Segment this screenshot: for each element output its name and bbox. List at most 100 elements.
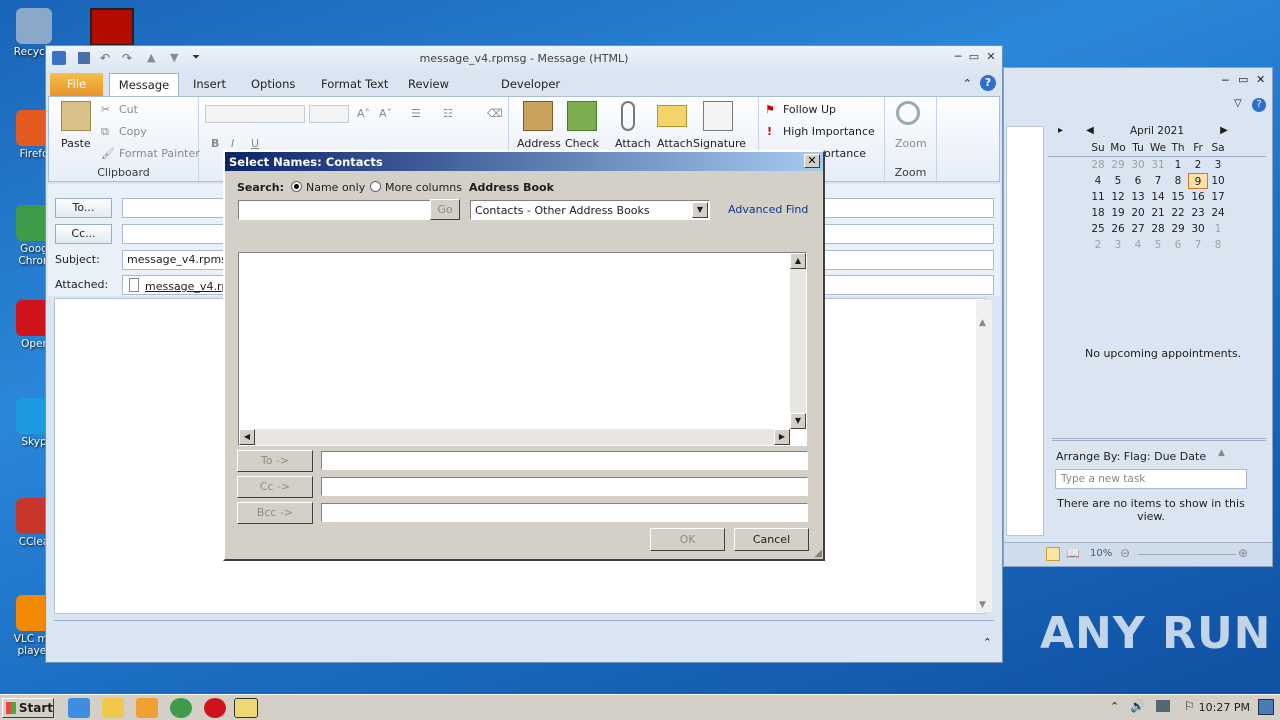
calendar-day[interactable]: 7 xyxy=(1148,173,1168,189)
cc-recipient-field[interactable] xyxy=(321,477,808,496)
calendar-day[interactable]: 6 xyxy=(1168,237,1188,253)
search-input[interactable] xyxy=(238,200,431,220)
body-scrollbar[interactable]: ▲ ▼ xyxy=(976,300,992,612)
attach-item-icon[interactable] xyxy=(657,105,687,127)
contacts-list[interactable]: ▲ ▼ ◀ ▶ xyxy=(238,252,807,446)
help-icon[interactable]: ? xyxy=(980,75,996,91)
calendar-day[interactable]: 30 xyxy=(1128,157,1148,173)
check-names-icon[interactable] xyxy=(567,101,597,131)
signature-icon[interactable] xyxy=(703,101,733,131)
scroll-down-icon[interactable]: ▼ xyxy=(979,600,986,610)
tab-review[interactable]: Review xyxy=(402,73,455,96)
list-scroll-left-icon[interactable]: ◀ xyxy=(239,429,255,445)
to-recipient-button[interactable]: To -> xyxy=(237,450,313,472)
media-player-taskbar-icon[interactable] xyxy=(136,698,158,718)
calendar-day[interactable]: 10 xyxy=(1208,173,1228,189)
more-columns-radio[interactable]: More columns xyxy=(370,181,462,194)
tab-insert[interactable]: Insert xyxy=(187,73,232,96)
address-book-button[interactable]: Address xyxy=(517,137,561,150)
prev-month-icon[interactable]: ◀ xyxy=(1080,122,1100,140)
close-button[interactable]: ✕ xyxy=(985,51,997,63)
zoom-icon[interactable] xyxy=(896,101,920,125)
copy-button[interactable]: Copy xyxy=(119,125,147,138)
calendar-day[interactable]: 8 xyxy=(1208,237,1228,253)
font-size-select[interactable] xyxy=(309,105,349,123)
right-close-button[interactable]: ✕ xyxy=(1256,73,1265,86)
calendar-day[interactable]: 3 xyxy=(1208,157,1228,173)
next-month-icon[interactable]: ▶ xyxy=(1214,122,1234,140)
cc-recipient-button[interactable]: Cc -> xyxy=(237,476,313,498)
calendar-day[interactable]: 2 xyxy=(1188,157,1208,173)
calendar-day[interactable]: 27 xyxy=(1128,221,1148,237)
show-hidden-icons[interactable]: ⌃ xyxy=(1110,700,1119,713)
tab-file[interactable]: File xyxy=(50,73,103,96)
resize-grip-icon[interactable]: ◢ xyxy=(814,548,822,559)
calendar-day[interactable]: 17 xyxy=(1208,189,1228,205)
list-vscroll[interactable]: ▲ ▼ xyxy=(790,253,806,429)
calendar-day[interactable]: 24 xyxy=(1208,205,1228,221)
calendar-day[interactable]: 2 xyxy=(1088,237,1108,253)
tab-developer[interactable]: Developer xyxy=(495,73,566,96)
tab-message[interactable]: Message xyxy=(109,73,179,96)
cut-button[interactable]: Cut xyxy=(119,103,138,116)
calendar-day[interactable]: 5 xyxy=(1108,173,1128,189)
list-hscroll[interactable]: ◀ ▶ xyxy=(239,429,790,445)
numbering-icon[interactable]: ☷ xyxy=(443,107,453,120)
calendar-day[interactable]: 5 xyxy=(1148,237,1168,253)
underline-icon[interactable]: U xyxy=(251,137,259,150)
list-scroll-down-icon[interactable]: ▼ xyxy=(790,413,806,429)
calendar-day[interactable]: 7 xyxy=(1188,237,1208,253)
acrobat-icon[interactable] xyxy=(90,8,134,46)
right-minimize-button[interactable]: ─ xyxy=(1222,74,1229,87)
calendar-day[interactable]: 29 xyxy=(1168,221,1188,237)
calendar-day[interactable]: 23 xyxy=(1188,205,1208,221)
list-scroll-right-icon[interactable]: ▶ xyxy=(774,429,790,445)
calendar-day[interactable]: 8 xyxy=(1168,173,1188,189)
expand-people-pane-icon[interactable]: ⌃ xyxy=(983,636,992,649)
grow-font-icon[interactable]: A˄ xyxy=(357,107,370,120)
calendar-day[interactable]: 21 xyxy=(1148,205,1168,221)
to-recipient-field[interactable] xyxy=(321,451,808,470)
calendar-day[interactable]: 28 xyxy=(1148,221,1168,237)
to-button[interactable]: To... xyxy=(55,198,112,218)
attach-item-button[interactable]: Attach xyxy=(657,137,693,150)
calendar-day[interactable]: 29 xyxy=(1108,157,1128,173)
sort-icon[interactable]: ▲ xyxy=(1218,448,1225,458)
chrome-taskbar-icon[interactable] xyxy=(170,698,192,718)
minimize-button[interactable]: ─ xyxy=(952,51,964,63)
calendar-day[interactable]: 18 xyxy=(1088,205,1108,221)
address-book-icon[interactable] xyxy=(523,101,553,131)
zoom-slider[interactable] xyxy=(1138,554,1236,555)
dropdown-arrow-icon[interactable]: ▼ xyxy=(692,202,708,218)
calendar-day[interactable]: 1 xyxy=(1168,157,1188,173)
bcc-recipient-button[interactable]: Bcc -> xyxy=(237,502,313,524)
collapse-ribbon-icon[interactable]: ⌃ xyxy=(963,77,972,90)
calendar-day[interactable]: 31 xyxy=(1148,157,1168,173)
reading-view-icon[interactable]: 📖 xyxy=(1066,547,1080,560)
high-importance-button[interactable]: High Importance xyxy=(783,125,875,138)
shrink-font-icon[interactable]: A˅ xyxy=(379,107,392,120)
go-button[interactable]: Go xyxy=(430,199,460,220)
normal-view-icon[interactable] xyxy=(1046,547,1060,561)
tab-format-text[interactable]: Format Text xyxy=(315,73,394,96)
new-task-input[interactable]: Type a new task xyxy=(1055,469,1247,489)
calendar-day[interactable]: 20 xyxy=(1128,205,1148,221)
calendar-day[interactable]: 28 xyxy=(1088,157,1108,173)
dialog-close-button[interactable]: ✕ xyxy=(804,154,820,168)
right-maximize-button[interactable]: ▭ xyxy=(1238,73,1248,86)
calendar-day[interactable]: 19 xyxy=(1108,205,1128,221)
explorer-taskbar-icon[interactable] xyxy=(102,698,124,718)
bullets-icon[interactable]: ☰ xyxy=(411,107,421,120)
cc-button[interactable]: Cc... xyxy=(55,224,112,244)
address-book-select[interactable]: Contacts - Other Address Books ▼ xyxy=(470,200,710,220)
taskbar-clock[interactable]: 10:27 PM xyxy=(1199,701,1250,714)
format-painter-button[interactable]: Format Painter xyxy=(119,147,200,160)
start-button[interactable]: Start xyxy=(2,698,54,718)
clear-formatting-icon[interactable]: ⌫ xyxy=(487,107,503,120)
outlook-taskbar-icon[interactable] xyxy=(234,698,258,718)
italic-icon[interactable]: I xyxy=(231,137,234,150)
todo-divider[interactable] xyxy=(1052,438,1266,441)
show-desktop-button[interactable] xyxy=(1258,699,1274,715)
follow-up-button[interactable]: Follow Up xyxy=(783,103,836,116)
volume-icon[interactable]: 🔊 xyxy=(1130,699,1145,713)
